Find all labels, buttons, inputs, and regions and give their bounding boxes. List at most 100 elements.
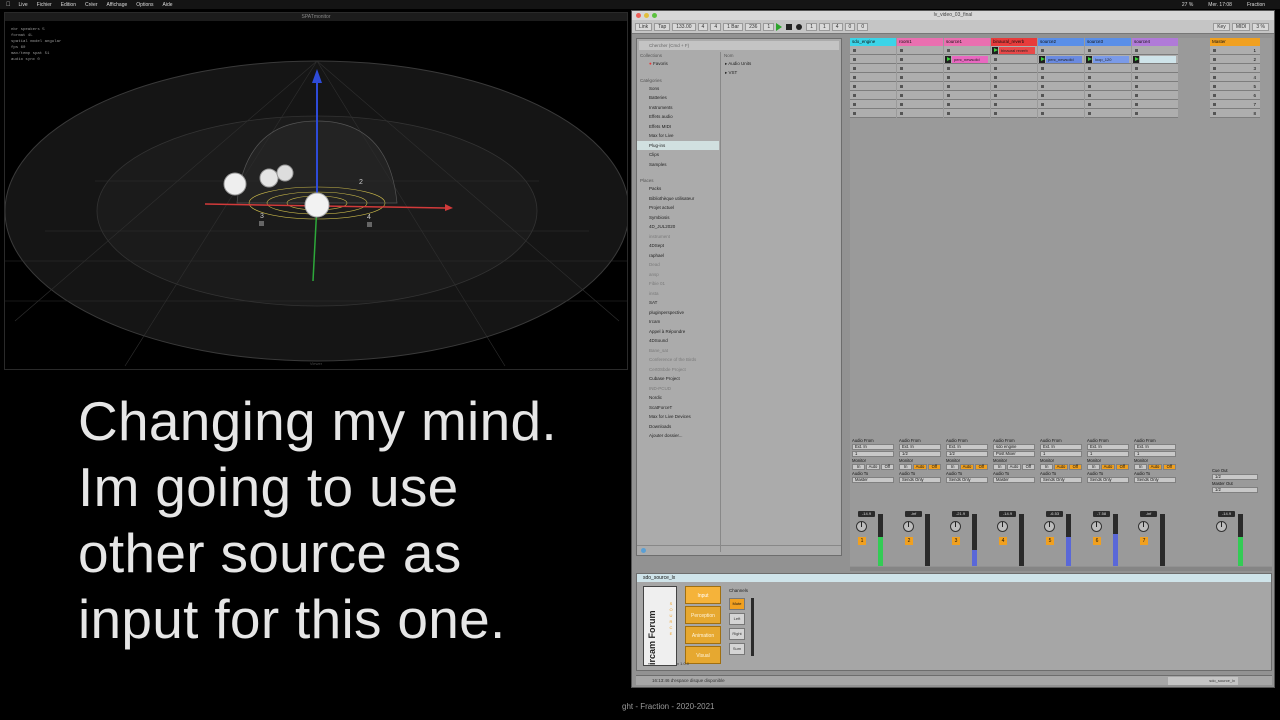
place-item[interactable]: ansp xyxy=(637,270,719,280)
track-activator-button[interactable]: 4 xyxy=(999,537,1007,545)
category-item[interactable]: Plug-ins xyxy=(637,140,719,150)
master-out-select[interactable]: 1/2 xyxy=(1212,487,1258,493)
volume-readout[interactable]: -inf xyxy=(1140,511,1157,517)
play-icon[interactable] xyxy=(776,22,783,31)
menu-affichage[interactable]: Affichage xyxy=(107,2,128,8)
volume-readout[interactable]: -inf xyxy=(905,511,922,517)
track-activator-button[interactable]: 7 xyxy=(1140,537,1148,545)
clip-slot[interactable] xyxy=(1085,73,1131,82)
clip-slot[interactable] xyxy=(1038,100,1084,109)
position-bar[interactable]: 1 xyxy=(806,22,817,31)
clip-slot[interactable] xyxy=(1132,64,1178,73)
clip-launch-icon[interactable] xyxy=(1039,56,1045,63)
clip-slot[interactable]: perc_newsolid xyxy=(1038,55,1084,64)
track-header[interactable]: source4 xyxy=(1132,38,1178,46)
clip[interactable]: binaural reverb xyxy=(999,47,1035,54)
monitor-off[interactable]: Off xyxy=(1115,464,1129,470)
monitor-in[interactable]: In xyxy=(1134,464,1148,470)
scene-launch[interactable]: 7 xyxy=(1210,100,1260,109)
place-item[interactable]: Dead xyxy=(637,260,719,270)
master-pan-knob[interactable] xyxy=(1216,521,1227,532)
monitor-auto[interactable]: Auto xyxy=(1148,464,1162,470)
track-activator-button[interactable]: 5 xyxy=(1046,537,1054,545)
clip-launch-icon[interactable] xyxy=(1133,56,1139,63)
clip-slot[interactable] xyxy=(1132,73,1178,82)
monitor-off[interactable]: Off xyxy=(880,464,894,470)
menu-creer[interactable]: Créer xyxy=(85,2,98,8)
scene-launch[interactable]: 4 xyxy=(1210,73,1260,82)
place-item[interactable]: ScatForceT xyxy=(637,403,719,413)
place-item[interactable]: Cubase Project xyxy=(637,374,719,384)
master-header[interactable]: Master xyxy=(1210,38,1260,46)
loop-length-sixteenth[interactable]: 0 xyxy=(857,22,869,31)
volume-readout[interactable]: -14.9 xyxy=(858,511,875,517)
clip[interactable]: perc_newsolid xyxy=(952,56,988,63)
place-item[interactable]: Fibie 01 xyxy=(637,279,719,289)
battery-status[interactable]: 27 % xyxy=(1182,2,1193,8)
audio-from-select[interactable]: sdo engine xyxy=(993,444,1035,450)
monitor-off[interactable]: Off xyxy=(1021,464,1035,470)
track-activator-button[interactable]: 3 xyxy=(952,537,960,545)
place-item[interactable]: Max for Live Devices xyxy=(637,412,719,422)
collection-item[interactable]: ● Favoris xyxy=(637,59,719,69)
track-header[interactable]: source1 xyxy=(944,38,990,46)
audio-from-select[interactable]: Ext. In xyxy=(1040,444,1082,450)
scene-launch[interactable]: 3 xyxy=(1210,64,1260,73)
channel-button[interactable]: Right xyxy=(729,628,745,640)
clip-slot[interactable] xyxy=(1085,91,1131,100)
signature-numerator[interactable]: 4 xyxy=(697,22,709,31)
clip-launch-icon[interactable] xyxy=(992,47,998,54)
clip-slot[interactable] xyxy=(944,64,990,73)
category-item[interactable]: Max for Live xyxy=(637,131,719,141)
clip-slot[interactable] xyxy=(897,55,943,64)
clip-slot[interactable] xyxy=(897,46,943,55)
monitor-in[interactable]: In xyxy=(899,464,913,470)
category-item[interactable]: Samples xyxy=(637,160,719,170)
input-channel-select[interactable]: 1/2 xyxy=(899,451,941,457)
device-tab[interactable]: Visual xyxy=(685,646,721,664)
clip[interactable] xyxy=(1140,56,1176,63)
monitor-auto[interactable]: Auto xyxy=(913,464,927,470)
clip-slot[interactable] xyxy=(1132,46,1178,55)
audio-from-select[interactable]: Ext. In xyxy=(946,444,988,450)
quantization-select[interactable]: 1 Bar xyxy=(723,22,744,31)
key-map-button[interactable]: Key xyxy=(1213,22,1230,31)
clip-slot[interactable] xyxy=(1038,109,1084,118)
clip-slot[interactable] xyxy=(991,109,1037,118)
clip-slot[interactable] xyxy=(944,109,990,118)
menu-fichier[interactable]: Fichier xyxy=(37,2,52,8)
monitor-in[interactable]: In xyxy=(1040,464,1054,470)
monitor-off[interactable]: Off xyxy=(1068,464,1082,470)
browser-folder[interactable]: ▸ VST xyxy=(721,68,841,77)
clip-slot[interactable] xyxy=(1038,73,1084,82)
place-item[interactable]: 4DSound xyxy=(637,336,719,346)
category-item[interactable]: Instruments xyxy=(637,103,719,113)
scene-launch[interactable]: 5 xyxy=(1210,82,1260,91)
master-volume-readout[interactable]: -14.9 xyxy=(1218,511,1235,517)
audio-to-select[interactable]: Sends Only xyxy=(899,477,941,483)
clip-slot[interactable] xyxy=(897,82,943,91)
place-item[interactable]: Ajouter dossier... xyxy=(637,431,719,441)
monitor-auto[interactable]: Auto xyxy=(866,464,880,470)
scene-launch[interactable]: 2 xyxy=(1210,55,1260,64)
place-item[interactable]: Cert0Sbde Project xyxy=(637,365,719,375)
monitor-in[interactable]: In xyxy=(946,464,960,470)
clip-slot[interactable] xyxy=(1085,82,1131,91)
spat-3d-scene[interactable]: 2 3 4 xyxy=(5,21,628,370)
place-item[interactable]: Symbiosis xyxy=(637,213,719,223)
minimize-icon[interactable] xyxy=(644,13,649,18)
track-header[interactable]: binaural_reverb xyxy=(991,38,1037,46)
clip-slot[interactable] xyxy=(1085,64,1131,73)
monitor-off[interactable]: Off xyxy=(974,464,988,470)
loop-length-bar[interactable]: 4 xyxy=(831,22,843,31)
clip-slot[interactable] xyxy=(1132,55,1178,64)
arrangement-position[interactable]: 236 xyxy=(745,22,762,31)
clip-slot[interactable] xyxy=(1038,64,1084,73)
channel-button[interactable]: Left xyxy=(729,613,745,625)
place-item[interactable]: Appel à Répondre xyxy=(637,327,719,337)
clip-slot[interactable] xyxy=(944,46,990,55)
volume-readout[interactable]: -7.58 xyxy=(1093,511,1110,517)
input-channel-select[interactable]: Post Mixer xyxy=(993,451,1035,457)
clip-slot[interactable]: loop_120 xyxy=(1085,55,1131,64)
device-title[interactable]: sdo_source_lx xyxy=(637,574,1271,582)
